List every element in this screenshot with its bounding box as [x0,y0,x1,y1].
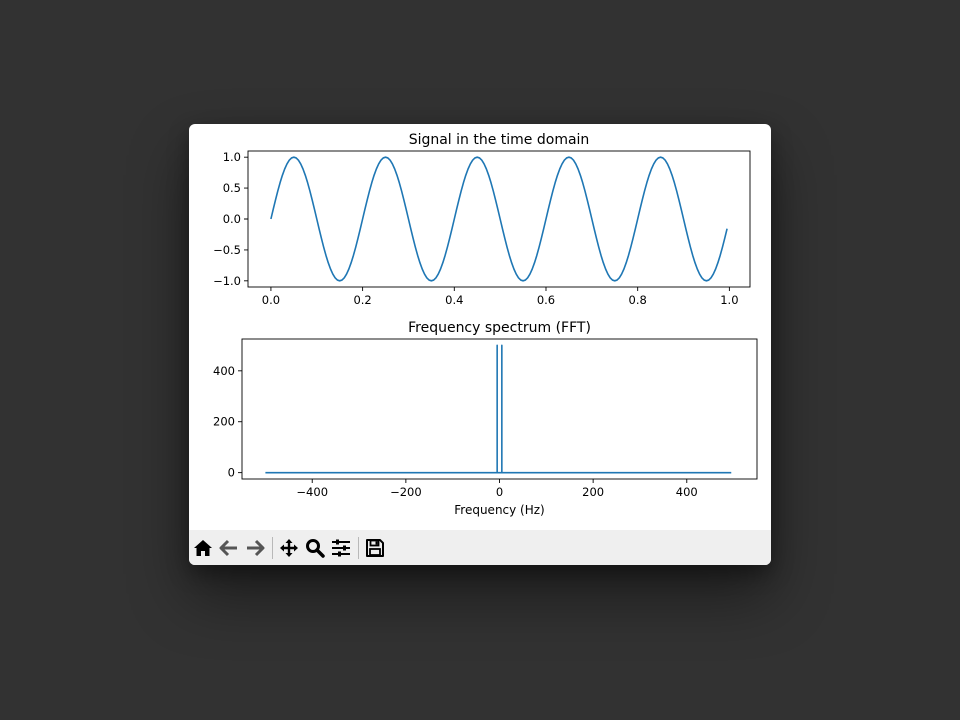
forward-button[interactable] [243,535,267,561]
chart2-xtick-label: 400 [676,485,698,499]
pan-button[interactable] [277,535,301,561]
forward-arrow-icon [247,539,265,556]
chart2-xtick-label: 200 [582,485,604,499]
zoom-icon [306,538,325,558]
configure-subplots-button[interactable] [329,535,353,561]
back-button[interactable] [217,535,241,561]
chart2-xlabel: Frequency (Hz) [454,503,545,517]
zoom-button[interactable] [303,535,327,561]
chart1-series-line [270,156,728,282]
chart2-ytick-label: 200 [213,415,235,429]
figure-window: Signal in the time domain 0.0 0.2 0.4 0.6 0.8… [189,124,771,565]
configure-subplots-icon [332,539,350,556]
chart2-xtick-label: 0 [496,485,503,499]
chart1-xtick-label: 0.0 [262,293,280,307]
pan-icon [280,538,298,557]
chart1-xtick-label: 0.2 [353,293,371,307]
chart1-ytick-label: 0.5 [223,181,241,195]
chart2-ytick-label: 0 [228,466,235,480]
figure-canvas: Signal in the time domain 0.0 0.2 0.4 0.6 0.8… [213,132,758,517]
chart1-ytick-label: −0.5 [213,243,241,257]
chart2-series-line [265,344,732,474]
chart2-ytick-label: 400 [213,364,235,378]
toolbar-separator [358,536,359,559]
chart1-axes-frame [247,150,751,288]
save-button[interactable] [363,535,387,561]
chart1-ytick-label: 0.0 [223,212,241,226]
chart1-xtick-label: 0.6 [537,293,555,307]
chart2-axes-frame [241,338,758,480]
chart1-xtick-label: 1.0 [720,293,738,307]
toolbar-separator [272,536,273,559]
chart1-xtick-label: 0.8 [629,293,647,307]
back-arrow-icon [219,539,237,556]
chart1-ytick-label: −1.0 [213,274,241,288]
home-icon [194,539,212,556]
chart2-xtick-label: −400 [296,485,328,499]
chart1-ytick-label: 1.0 [223,150,241,164]
chart1-title: Signal in the time domain [409,132,590,148]
home-button[interactable] [191,535,215,561]
chart1-xtick-label: 0.4 [445,293,463,307]
save-icon [366,538,384,557]
chart2-xtick-label: −200 [390,485,422,499]
chart2-title: Frequency spectrum (FFT) [408,320,591,336]
navigation-toolbar [189,530,771,565]
